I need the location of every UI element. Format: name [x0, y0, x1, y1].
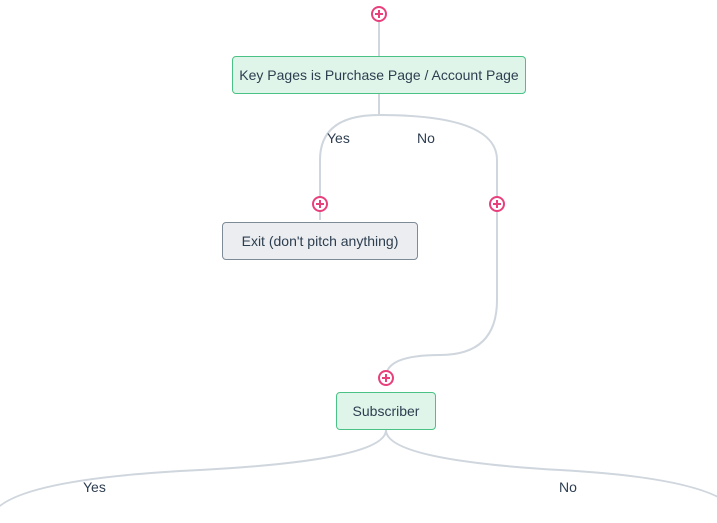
add-node-button-middle[interactable]	[378, 370, 394, 386]
add-node-button-top[interactable]	[371, 6, 387, 22]
branch-label-yes-1: Yes	[327, 130, 350, 146]
exit-node[interactable]: Exit (don't pitch anything)	[222, 222, 418, 260]
branch-label-yes-2: Yes	[83, 479, 106, 495]
add-node-button-left[interactable]	[312, 196, 328, 212]
condition-key-pages-label: Key Pages is Purchase Page / Account Pag…	[239, 67, 518, 83]
exit-node-label: Exit (don't pitch anything)	[242, 233, 399, 249]
condition-subscriber-label: Subscriber	[353, 403, 420, 419]
flowchart-canvas[interactable]: Key Pages is Purchase Page / Account Pag…	[0, 0, 717, 523]
condition-key-pages-node[interactable]: Key Pages is Purchase Page / Account Pag…	[232, 56, 526, 94]
add-node-button-right[interactable]	[489, 196, 505, 212]
branch-label-no-1: No	[417, 130, 435, 146]
condition-subscriber-node[interactable]: Subscriber	[336, 392, 436, 430]
branch-label-no-2: No	[559, 479, 577, 495]
